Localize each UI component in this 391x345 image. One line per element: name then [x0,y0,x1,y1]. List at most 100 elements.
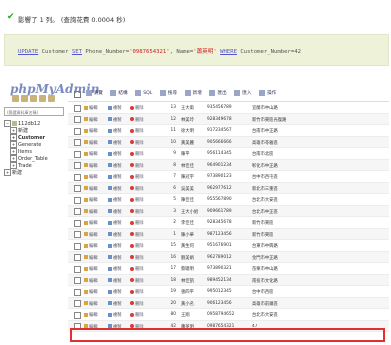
row-checkbox[interactable] [74,288,81,296]
row-checkbox[interactable] [74,265,81,273]
row-checkbox[interactable] [74,300,81,307]
row-edit-button[interactable]: 編輯 [84,163,98,169]
row-delete-button[interactable]: 刪除 [130,117,144,123]
row-checkbox[interactable] [74,277,81,284]
row-delete-button[interactable]: 刪除 [130,289,144,295]
tree-node-new-database[interactable]: + 新建 [4,169,66,176]
row-copy-button[interactable]: 複製 [108,163,122,169]
row-edit-button[interactable]: 編輯 [84,266,98,272]
tree-node-order-table[interactable]: + Order_Table [4,155,66,162]
row-copy-button[interactable]: 複製 [108,209,122,215]
row-checkbox[interactable] [74,162,81,169]
row-checkbox[interactable] [74,242,81,250]
row-edit-button[interactable]: 編輯 [84,289,98,295]
row-delete-button[interactable]: 刪除 [130,255,144,261]
tree-node-customer[interactable]: + Customer [4,134,66,141]
tab-structure[interactable]: 結構 [110,87,128,101]
row-delete-button[interactable]: 刪除 [130,151,144,157]
row-copy-button[interactable]: 複製 [108,232,122,238]
row-copy-button[interactable]: 複製 [108,186,122,192]
row-edit-button[interactable]: 編輯 [84,151,98,157]
expand-icon[interactable]: + [10,127,17,134]
row-edit-button[interactable]: 編輯 [84,232,98,238]
row-edit-button[interactable]: 編輯 [84,105,98,111]
row-copy-button[interactable]: 複製 [108,140,122,146]
row-checkbox[interactable] [74,127,81,135]
tree-node-generate[interactable]: + Generate [4,141,66,148]
row-checkbox[interactable] [74,196,81,204]
row-edit-button[interactable]: 編輯 [84,186,98,192]
row-copy-button[interactable]: 複製 [108,255,122,261]
row-checkbox[interactable] [74,116,81,123]
row-edit-button[interactable]: 編輯 [84,312,98,318]
row-copy-button[interactable]: 複製 [108,312,122,318]
tab-operations[interactable]: 操作 [259,87,276,101]
sql-set-keyword[interactable]: SET [72,49,82,55]
tree-node-trade[interactable]: + Trade [4,162,66,169]
row-checkbox[interactable] [74,311,81,319]
row-edit-button[interactable]: 編輯 [84,220,98,226]
row-copy-button[interactable]: 複製 [108,174,122,180]
collapse-icon[interactable]: − [4,120,11,127]
row-delete-button[interactable]: 刪除 [130,140,144,146]
row-copy-button[interactable]: 複製 [108,220,122,226]
row-copy-button[interactable]: 複製 [108,289,122,295]
row-copy-button[interactable]: 複製 [108,301,122,307]
row-edit-button[interactable]: 編輯 [84,278,98,284]
row-copy-button[interactable]: 複製 [108,243,122,249]
row-copy-button[interactable]: 複製 [108,117,122,123]
expand-icon[interactable]: + [10,155,17,162]
row-edit-button[interactable]: 編輯 [84,140,98,146]
row-delete-button[interactable]: 刪除 [130,209,144,215]
row-copy-button[interactable]: 複製 [108,105,122,111]
sql-update-keyword[interactable]: UPDATE [18,49,38,55]
row-edit-button[interactable]: 編輯 [84,255,98,261]
tab-sql[interactable]: SQL [135,87,152,101]
home-icon[interactable] [12,95,19,102]
row-delete-button[interactable]: 刪除 [130,174,144,180]
expand-icon[interactable]: + [10,148,17,155]
docs-icon[interactable] [39,95,46,102]
row-edit-button[interactable]: 編輯 [84,117,98,123]
row-copy-button[interactable]: 複製 [108,266,122,272]
sql-where-keyword[interactable]: WHERE [220,49,237,55]
row-checkbox[interactable] [74,150,81,158]
settings-icon[interactable] [48,95,55,102]
tree-node-new[interactable]: + 新建 [4,127,66,134]
row-delete-button[interactable]: 刪除 [130,220,144,226]
tab-search[interactable]: 搜尋 [159,87,177,101]
row-edit-button[interactable]: 編輯 [84,174,98,180]
tree-node-items[interactable]: + Items [4,148,66,155]
expand-icon[interactable]: + [4,169,11,176]
tab-import[interactable]: 匯入 [234,87,251,101]
row-delete-button[interactable]: 刪除 [130,301,144,307]
row-checkbox[interactable] [74,104,81,112]
row-delete-button[interactable]: 刪除 [130,278,144,284]
row-delete-button[interactable]: 刪除 [130,266,144,272]
row-delete-button[interactable]: 刪除 [130,128,144,134]
row-edit-button[interactable]: 編輯 [84,128,98,134]
row-edit-button[interactable]: 編輯 [84,197,98,203]
expand-icon[interactable]: + [10,162,17,169]
tree-node-database[interactable]: −112db12 [4,120,66,127]
tab-export[interactable]: 匯出 [209,87,227,101]
database-filter[interactable]: (篩選資料庫名稱) [4,107,64,116]
row-checkbox[interactable] [74,208,81,215]
row-copy-button[interactable]: 複製 [108,278,122,284]
row-checkbox[interactable] [74,254,81,261]
row-edit-button[interactable]: 編輯 [84,243,98,249]
row-delete-button[interactable]: 刪除 [130,197,144,203]
row-checkbox[interactable] [74,185,81,192]
row-edit-button[interactable]: 編輯 [84,301,98,307]
row-delete-button[interactable]: 刪除 [130,163,144,169]
row-edit-button[interactable]: 編輯 [84,209,98,215]
expand-icon[interactable]: + [10,134,17,141]
tab-insert[interactable]: 新增 [184,87,202,101]
select-all-checkbox[interactable] [74,91,81,98]
row-delete-button[interactable]: 刪除 [130,232,144,238]
row-copy-button[interactable]: 複製 [108,151,122,157]
row-delete-button[interactable]: 刪除 [130,186,144,192]
row-copy-button[interactable]: 複製 [108,128,122,134]
row-delete-button[interactable]: 刪除 [130,243,144,249]
row-copy-button[interactable]: 複製 [108,197,122,203]
